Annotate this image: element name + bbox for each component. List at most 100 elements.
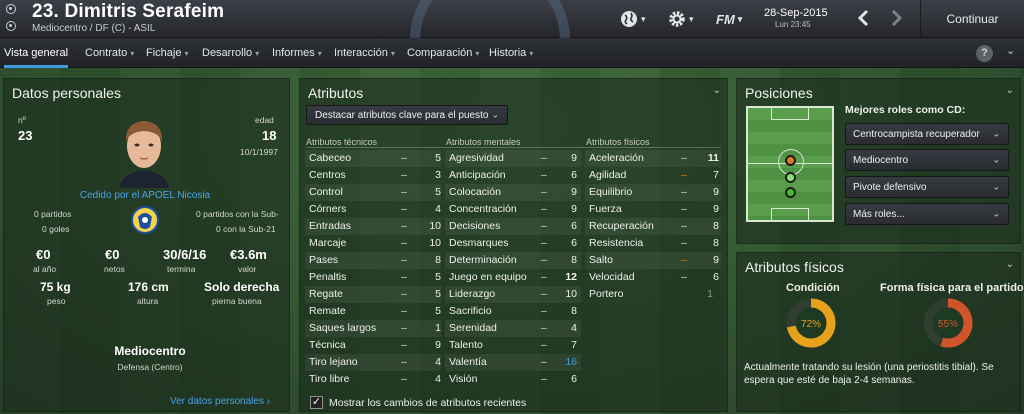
attribute-row: Penaltis – 5 — [305, 269, 441, 286]
chevron-down-icon: ▾ — [737, 13, 743, 24]
attribute-change-indicator: – — [541, 356, 547, 368]
age-label: edad — [255, 115, 274, 125]
view-personal-data-link[interactable]: Ver datos personales › — [170, 396, 270, 407]
attribute-row: Decisiones – 6 — [445, 218, 581, 235]
tab-historia[interactable]: Historia ▾ — [489, 38, 533, 68]
attribute-value: 6 — [571, 237, 577, 249]
attribute-name: Decisiones — [449, 220, 501, 232]
attribute-name: Centros — [309, 169, 346, 181]
height-label: altura — [137, 296, 159, 306]
attribute-value: 8 — [713, 220, 719, 232]
preferred-foot-label: pierna buena — [212, 296, 262, 306]
condition-label: Condición — [786, 282, 840, 294]
attribute-row: Determinación – 8 — [445, 252, 581, 269]
wage-label: al año — [33, 264, 57, 274]
attribute-change-indicator: – — [541, 152, 547, 164]
chevron-down-icon[interactable]: ⌄ — [1006, 44, 1015, 57]
attribute-change-indicator: – — [681, 186, 687, 198]
fm-menu-button[interactable]: FM ▾ — [716, 9, 742, 29]
attribute-value: 7 — [571, 339, 577, 351]
chevron-down-icon: ⌄ — [992, 181, 1000, 192]
attribute-row: Velocidad – 6 — [585, 269, 721, 286]
role-option-recuperador[interactable]: Centrocampista recuperador ⌄ — [845, 123, 1009, 145]
chevron-down-icon: ⌄ — [992, 208, 1000, 219]
attribute-row: Resistencia – 8 — [585, 235, 721, 252]
target-dot-icon[interactable] — [6, 21, 16, 31]
tab-desarrollo[interactable]: Desarrollo ▾ — [202, 38, 259, 68]
forward-arrow-icon[interactable] — [884, 6, 908, 30]
attribute-name: Liderazgo — [449, 288, 496, 300]
attribute-value: 6 — [571, 220, 577, 232]
tab-vista-general[interactable]: Vista general — [4, 38, 69, 68]
attribute-name: Velocidad — [589, 271, 635, 283]
attribute-row: Anticipación – 6 — [445, 167, 581, 184]
chevron-down-icon[interactable]: ⌄ — [713, 85, 721, 96]
attribute-change-indicator: – — [541, 220, 547, 232]
position-pitch — [746, 106, 834, 222]
attribute-value: 6 — [713, 271, 719, 283]
height-value: 176 cm — [128, 280, 169, 294]
apoel-crest-logo — [131, 206, 159, 234]
attribute-name: Sacrificio — [449, 305, 492, 317]
chevron-down-icon: ▾ — [529, 49, 534, 58]
chevron-down-icon[interactable]: ⌄ — [1006, 85, 1014, 96]
back-arrow-icon[interactable] — [852, 6, 876, 30]
attribute-change-indicator: – — [401, 220, 407, 232]
menu-dot-icon[interactable] — [6, 4, 16, 14]
show-changes-checkbox[interactable]: ✓ — [310, 396, 323, 409]
tab-comparacion[interactable]: Comparación ▾ — [407, 38, 479, 68]
tab-informes[interactable]: Informes ▾ — [272, 38, 322, 68]
attribute-row: Serenidad – 4 — [445, 320, 581, 337]
attribute-value: 10 — [429, 220, 441, 232]
attribute-row: Recuperación – 8 — [585, 218, 721, 235]
attribute-value: 9 — [571, 186, 577, 198]
attribute-change-indicator: – — [401, 288, 407, 300]
attribute-row: Saques largos – 1 — [305, 320, 441, 337]
attribute-change-indicator: – — [401, 305, 407, 317]
attribute-value: 4 — [435, 203, 441, 215]
tab-contrato[interactable]: Contrato ▾ — [85, 38, 134, 68]
attribute-name: Agilidad — [589, 169, 627, 181]
physical-condition-panel: Atributos físicos ⌄ — [736, 252, 1021, 412]
attribute-name: Determinación — [449, 254, 517, 266]
attribute-row: Tiro libre – 4 — [305, 371, 441, 388]
attribute-change-indicator: – — [541, 373, 547, 385]
settings-menu-button[interactable]: ▾ — [668, 9, 694, 29]
chevron-down-icon[interactable]: ⌄ — [1006, 259, 1014, 270]
attribute-name: Salto — [589, 254, 613, 266]
tab-fichaje[interactable]: Fichaje ▾ — [146, 38, 188, 68]
player-subtitle[interactable]: Mediocentro / DF (C) - ASIL — [32, 23, 155, 34]
chevron-down-icon: ▾ — [475, 49, 480, 58]
continue-button[interactable]: Continuar — [920, 0, 1024, 38]
attribute-change-indicator: – — [541, 271, 547, 283]
attribute-row: Cabeceo – 5 — [305, 150, 441, 167]
more-roles-dropdown[interactable]: Más roles... ⌄ — [845, 203, 1009, 225]
net-wage-label: netos — [104, 264, 125, 274]
chevron-down-icon: ▾ — [390, 49, 395, 58]
technical-header: Atributos técnicos — [306, 137, 378, 147]
loan-info-link[interactable]: Cedido por el APOEL Nicosia — [60, 190, 230, 201]
attribute-value: 1 — [435, 322, 441, 334]
attribute-row: Tiro lejano – 4 — [305, 354, 441, 371]
attribute-value: 6 — [571, 169, 577, 181]
net-wage-value: €0 — [105, 247, 120, 262]
attribute-row: Visión – 6 — [445, 371, 581, 388]
position-marker-cm — [785, 172, 796, 183]
attribute-change-indicator: – — [541, 237, 547, 249]
globe-menu-button[interactable]: ▾ — [620, 9, 646, 29]
help-icon[interactable]: ? — [976, 45, 993, 62]
attribute-name: Saques largos — [309, 322, 377, 334]
role-option-pivote[interactable]: Pivote defensivo ⌄ — [845, 176, 1009, 198]
attribute-change-indicator: – — [401, 203, 407, 215]
tab-interaccion[interactable]: Interacción ▾ — [334, 38, 395, 68]
sub-navigation: Vista general Contrato ▾ Fichaje ▾ Desarro… — [0, 38, 1024, 68]
role-option-mediocentro[interactable]: Mediocentro ⌄ — [845, 149, 1009, 171]
attribute-row: Sacrificio – 8 — [445, 303, 581, 320]
page-title: 23. Dimitris Serafeim — [32, 1, 225, 22]
attribute-row: Córners – 4 — [305, 201, 441, 218]
chevron-down-icon: ▾ — [184, 49, 189, 58]
market-value: €3.6m — [230, 247, 267, 262]
attribute-name: Visión — [449, 373, 478, 385]
attribute-change-indicator: – — [401, 237, 407, 249]
highlight-attributes-dropdown[interactable]: Destacar atributos clave para el puesto … — [306, 105, 508, 125]
